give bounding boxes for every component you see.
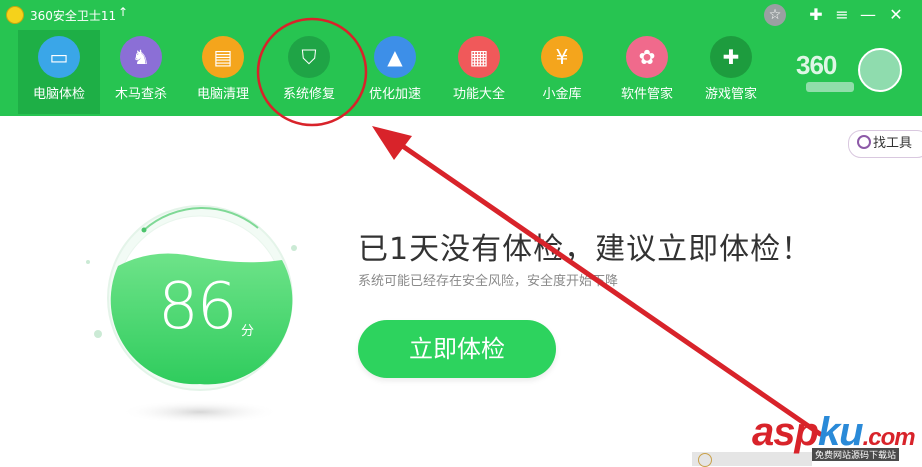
nav-label: 木马查杀 <box>114 87 167 102</box>
gauge-dot <box>141 227 147 233</box>
nav-label: 功能大全 <box>452 87 505 102</box>
nav-item-optimize[interactable]: ▲ 优化加速 <box>354 30 436 114</box>
watermark-com: .com <box>862 424 916 451</box>
grid-icon: ▦ <box>458 36 500 78</box>
account-name-blurred <box>806 82 854 92</box>
find-tools-button[interactable]: 找工具 <box>848 130 922 158</box>
decor-dot <box>86 260 90 264</box>
page-title: 已1天没有体检，建议立即体检！ <box>358 232 813 267</box>
decor-dot <box>94 330 102 338</box>
update-arrow-icon[interactable]: ↑ <box>118 5 128 19</box>
app-title: 360安全卫士11 <box>30 9 117 23</box>
nav-item-vault[interactable]: ¥ 小金库 <box>521 30 603 114</box>
nav-label: 游戏管家 <box>704 87 757 102</box>
nav-label: 电脑清理 <box>196 87 249 102</box>
brand-logo: 360 <box>796 50 837 80</box>
search-icon <box>857 135 871 149</box>
gauge-shadow <box>120 400 280 424</box>
app-logo-icon <box>6 6 24 24</box>
nav-label: 优化加速 <box>368 87 421 102</box>
annotation-arrow-head <box>372 126 412 160</box>
title-bar: 360安全卫士11 ↑ ☆ ✚ ≡ — ✕ <box>0 0 922 30</box>
safety-score: 86 <box>158 270 237 344</box>
bottom-status-icon <box>698 453 712 467</box>
watermark-subtitle: 免费网站源码下载站 <box>812 448 900 461</box>
gamepad-icon: ✚ <box>710 36 752 78</box>
horse-icon: ♞ <box>120 36 162 78</box>
monitor-icon: ▭ <box>38 36 80 78</box>
nav-item-pc-cleanup[interactable]: ▤ 电脑清理 <box>182 30 264 114</box>
nav-label: 系统修复 <box>282 87 335 102</box>
nav-label: 小金库 <box>542 87 582 102</box>
find-tools-label: 找工具 <box>873 136 913 151</box>
menu-button[interactable]: ≡ <box>830 3 854 27</box>
nav-label: 软件管家 <box>620 87 673 102</box>
nav-item-trojan-scan[interactable]: ♞ 木马查杀 <box>100 30 182 114</box>
nav-item-system-repair[interactable]: ⛉ 系统修复 <box>268 30 350 114</box>
nav-label: 电脑体检 <box>32 87 85 102</box>
rocket-icon: ▲ <box>374 36 416 78</box>
decor-dot <box>291 245 297 251</box>
skin-button[interactable]: ✚ <box>804 3 828 27</box>
medal-icon[interactable]: ☆ <box>764 4 786 26</box>
nav-item-all-features[interactable]: ▦ 功能大全 <box>438 30 520 114</box>
risk-message: 系统可能已经存在安全风险，安全度开始下降 <box>358 274 619 289</box>
money-bag-icon: ¥ <box>541 36 583 78</box>
shield-icon: ⛉ <box>288 36 330 78</box>
nav-item-pc-checkup[interactable]: ▭ 电脑体检 <box>18 30 100 114</box>
broom-icon: ▤ <box>202 36 244 78</box>
minimize-button[interactable]: — <box>856 3 880 27</box>
score-unit: 分 <box>241 324 255 339</box>
nav-item-game-manager[interactable]: ✚ 游戏管家 <box>690 30 772 114</box>
app-grid-icon: ✿ <box>626 36 668 78</box>
nav-item-software-manager[interactable]: ✿ 软件管家 <box>606 30 688 114</box>
watermark-asp: asp <box>752 410 819 454</box>
close-button[interactable]: ✕ <box>884 3 908 27</box>
start-checkup-button[interactable]: 立即体检 <box>358 320 556 378</box>
avatar[interactable] <box>858 48 902 92</box>
top-toolbar: 360安全卫士11 ↑ ☆ ✚ ≡ — ✕ ▭ 电脑体检 ♞ 木马查杀 ▤ 电脑… <box>0 0 922 116</box>
